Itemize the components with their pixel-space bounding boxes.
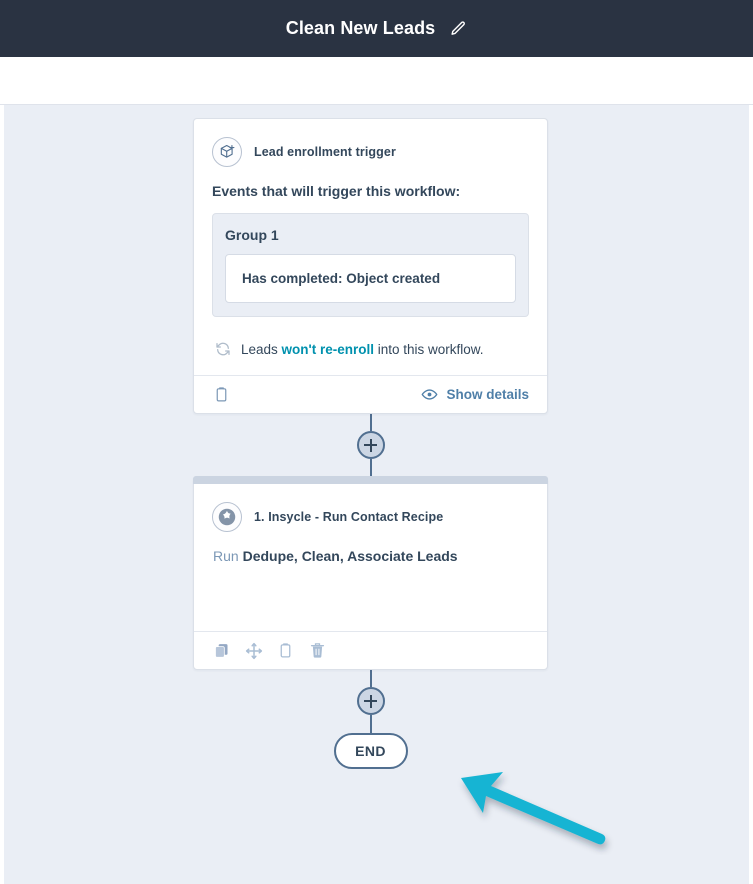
pencil-icon[interactable] [449, 20, 467, 38]
workflow-canvas[interactable]: Lead enrollment trigger Events that will… [0, 105, 753, 884]
action-card[interactable]: 1. Insycle - Run Contact Recipe Run Dedu… [193, 476, 548, 670]
clipboard-icon[interactable] [212, 385, 231, 404]
workflow-flow: Lead enrollment trigger Events that will… [193, 118, 548, 769]
insycle-logo-icon [212, 502, 242, 532]
connector-line [369, 414, 372, 431]
app-header: Clean New Leads [0, 0, 753, 57]
trigger-card-footer: Show details [194, 375, 547, 413]
toolbar-strip [0, 57, 753, 105]
page-title: Clean New Leads [285, 18, 436, 38]
card-drag-handle[interactable] [193, 476, 548, 484]
trigger-card-header: Lead enrollment trigger [212, 137, 529, 183]
object-created-trigger-icon [212, 137, 242, 167]
action-desc-prefix: Run [213, 548, 243, 564]
action-card-footer [194, 631, 547, 669]
end-node-wrap: END [193, 733, 548, 769]
trigger-card-body: Lead enrollment trigger Events that will… [194, 119, 547, 357]
action-card-title: 1. Insycle - Run Contact Recipe [254, 510, 444, 524]
connector-1 [193, 414, 548, 476]
connector-line [369, 459, 372, 476]
clipboard-icon[interactable] [276, 641, 295, 660]
move-icon[interactable] [244, 641, 263, 660]
events-label: Events that will trigger this workflow: [212, 183, 461, 199]
show-details-button[interactable]: Show details [421, 386, 529, 403]
trigger-card-title: Lead enrollment trigger [254, 145, 396, 159]
end-node: END [333, 733, 408, 769]
action-card-spacer [212, 578, 529, 613]
trigger-group-1: Group 1 Has completed: Object created [212, 213, 529, 317]
show-details-label: Show details [446, 387, 529, 402]
action-card-header: 1. Insycle - Run Contact Recipe [212, 502, 529, 548]
action-card-tools [212, 632, 327, 670]
reenroll-prefix: Leads [241, 341, 282, 357]
action-desc-value: Dedupe, Clean, Associate Leads [242, 548, 458, 564]
add-step-button-2[interactable] [356, 687, 385, 715]
refresh-icon [215, 341, 231, 357]
connector-line [369, 670, 372, 687]
criterion-item[interactable]: Has completed: Object created [225, 254, 516, 303]
group-title: Group 1 [225, 227, 279, 243]
trigger-card[interactable]: Lead enrollment trigger Events that will… [193, 118, 548, 414]
action-card-body: 1. Insycle - Run Contact Recipe Run Dedu… [194, 484, 547, 613]
duplicate-icon[interactable] [212, 641, 231, 660]
action-description: Run Dedupe, Clean, Associate Leads [212, 548, 529, 578]
connector-line [369, 715, 372, 733]
reenrollment-text: Leads won't re-enroll into this workflow… [241, 342, 484, 357]
reenrollment-status: Leads won't re-enroll into this workflow… [212, 317, 529, 357]
delete-icon[interactable] [308, 641, 327, 660]
add-step-button-1[interactable] [356, 431, 385, 459]
connector-2 [193, 670, 548, 733]
reenroll-emphasis: won't re-enroll [281, 341, 375, 357]
eye-icon [421, 386, 438, 403]
reenroll-suffix: into this workflow. [374, 341, 484, 357]
